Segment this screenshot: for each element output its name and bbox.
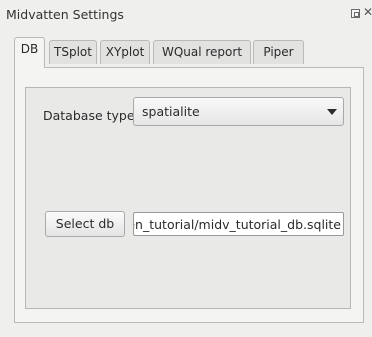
db-path-value: atten_tutorial/midv_tutorial_db.sqlite (133, 217, 341, 232)
settings-panel: Midvatten Settings ✕ DB TSplot XYplot WQ… (0, 0, 372, 337)
float-icon[interactable] (351, 9, 360, 18)
tab-wqual-report[interactable]: WQual report (153, 40, 251, 64)
title-bar: Midvatten Settings ✕ (0, 0, 372, 30)
close-icon[interactable]: ✕ (363, 6, 372, 18)
tab-xyplot[interactable]: XYplot (100, 40, 150, 64)
tab-piper[interactable]: Piper (253, 40, 304, 64)
tab-content: Database type spatialite Select db atten… (14, 67, 364, 323)
tab-tsplot[interactable]: TSplot (49, 40, 97, 64)
database-type-dropdown[interactable]: spatialite (133, 97, 344, 126)
tab-db[interactable]: DB (14, 37, 45, 68)
database-type-label: Database type (43, 108, 135, 123)
db-path-field[interactable]: atten_tutorial/midv_tutorial_db.sqlite (133, 212, 344, 236)
database-type-value: spatialite (142, 104, 200, 119)
db-settings-group: Database type spatialite Select db atten… (25, 87, 351, 309)
chevron-down-icon (327, 109, 337, 115)
panel-title: Midvatten Settings (6, 7, 124, 22)
select-db-button[interactable]: Select db (45, 211, 125, 237)
